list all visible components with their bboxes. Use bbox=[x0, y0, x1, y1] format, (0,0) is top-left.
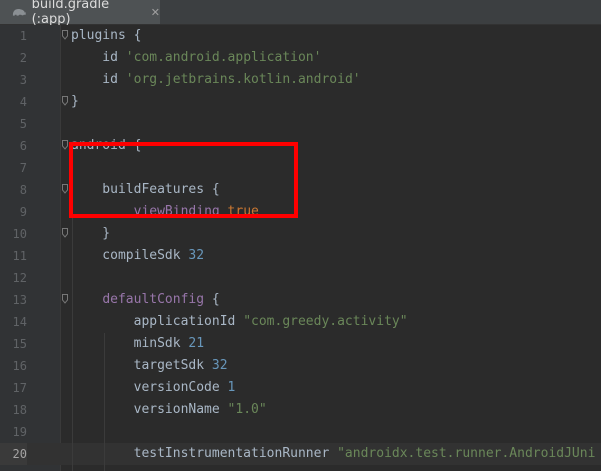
code-token: 1 bbox=[227, 380, 236, 395]
code-line[interactable]: 16 targetSdk 32 bbox=[0, 355, 601, 377]
tab-build-gradle[interactable]: build.gradle (:app) ✕ bbox=[0, 0, 160, 27]
code-token: 'com.android.application' bbox=[125, 50, 322, 65]
line-number: 7 bbox=[19, 161, 27, 175]
line-number: 1 bbox=[19, 29, 27, 43]
code-line[interactable]: 15 minSdk 21 bbox=[0, 333, 601, 355]
code-line[interactable]: 1 plugins { bbox=[0, 25, 601, 47]
code-text: plugins { bbox=[71, 25, 141, 47]
code-token: minSdk bbox=[71, 336, 189, 351]
close-icon[interactable]: ✕ bbox=[151, 6, 160, 19]
code-token: "1.0" bbox=[227, 402, 267, 417]
line-number: 5 bbox=[19, 117, 27, 131]
code-token: compileSdk bbox=[71, 248, 189, 263]
fold-marker-icon[interactable] bbox=[62, 228, 68, 238]
code-line[interactable]: 10 } bbox=[0, 223, 601, 245]
indent-guide bbox=[104, 333, 105, 471]
line-number: 2 bbox=[19, 51, 27, 65]
line-number: 20 bbox=[0, 443, 27, 465]
code-token: testInstrumentationRunner bbox=[71, 446, 338, 461]
fold-marker-icon[interactable] bbox=[62, 96, 68, 106]
editor-tab-bar: build.gradle (:app) ✕ bbox=[0, 0, 601, 27]
code-text: id 'org.jetbrains.kotlin.android' bbox=[71, 69, 361, 91]
code-text: minSdk 21 bbox=[71, 333, 204, 355]
code-token: } bbox=[71, 94, 79, 109]
code-token: 32 bbox=[211, 358, 228, 373]
code-text: defaultConfig { bbox=[71, 289, 220, 311]
code-text: id 'com.android.application' bbox=[71, 47, 321, 69]
code-token: id bbox=[71, 50, 126, 65]
code-line[interactable]: 4} bbox=[0, 91, 601, 113]
line-number: 15 bbox=[12, 337, 27, 351]
code-line[interactable]: 3 id 'org.jetbrains.kotlin.android' bbox=[0, 69, 601, 91]
line-number: 18 bbox=[12, 403, 27, 417]
code-editor[interactable]: 1 plugins {2 id 'com.android.application'… bbox=[0, 25, 601, 471]
code-token: versionCode bbox=[71, 380, 228, 395]
line-number: 12 bbox=[12, 271, 27, 285]
code-line[interactable]: 13 defaultConfig { bbox=[0, 289, 601, 311]
code-token: "androidx.test.runner.AndroidJUni bbox=[337, 446, 596, 461]
code-line[interactable]: 14 applicationId "com.greedy.activity" bbox=[0, 311, 601, 333]
line-number: 11 bbox=[12, 249, 27, 263]
code-text: targetSdk 32 bbox=[71, 355, 228, 377]
line-number: 14 bbox=[12, 315, 27, 329]
code-line[interactable]: 20 testInstrumentationRunner "androidx.t… bbox=[0, 443, 601, 465]
line-number: 8 bbox=[19, 183, 27, 197]
code-token: targetSdk bbox=[71, 358, 212, 373]
code-text: } bbox=[71, 223, 110, 245]
code-token: { bbox=[204, 292, 220, 307]
code-token: } bbox=[71, 226, 111, 241]
tab-title: build.gradle (:app) bbox=[31, 0, 110, 27]
line-number: 13 bbox=[12, 293, 27, 307]
code-token: applicationId bbox=[71, 314, 244, 329]
line-number: 9 bbox=[19, 205, 27, 219]
code-line[interactable]: 18 versionName "1.0" bbox=[0, 399, 601, 421]
code-line[interactable]: 19 bbox=[0, 421, 601, 443]
code-token: 32 bbox=[188, 248, 205, 263]
code-token: "com.greedy.activity" bbox=[243, 314, 408, 329]
gradle-icon bbox=[12, 9, 26, 16]
code-token: id bbox=[71, 72, 126, 87]
line-number: 17 bbox=[12, 381, 27, 395]
code-text: compileSdk 32 bbox=[71, 245, 204, 267]
line-number: 4 bbox=[19, 95, 27, 109]
line-number: 6 bbox=[19, 139, 27, 153]
code-line[interactable]: 5 bbox=[0, 113, 601, 135]
code-token: defaultConfig bbox=[102, 292, 205, 307]
line-number: 19 bbox=[12, 425, 27, 439]
code-line[interactable]: 12 bbox=[0, 267, 601, 289]
line-number: 16 bbox=[12, 359, 27, 373]
line-number: 10 bbox=[12, 227, 27, 241]
fold-marker-icon[interactable] bbox=[62, 140, 68, 150]
code-line[interactable]: 11 compileSdk 32 bbox=[0, 245, 601, 267]
code-line[interactable]: 2 id 'com.android.application' bbox=[0, 47, 601, 69]
code-text: versionCode 1 bbox=[71, 377, 236, 399]
fold-marker-icon[interactable] bbox=[62, 184, 68, 194]
highlight-box bbox=[69, 142, 298, 218]
fold-marker-icon[interactable] bbox=[62, 30, 68, 40]
code-text: applicationId "com.greedy.activity" bbox=[71, 311, 408, 333]
fold-marker-icon[interactable] bbox=[62, 294, 68, 304]
code-text: testInstrumentationRunner "androidx.test… bbox=[71, 443, 596, 465]
code-token: { bbox=[125, 28, 142, 43]
code-token: plugins bbox=[71, 28, 126, 43]
code-token: 21 bbox=[188, 336, 205, 351]
code-text: versionName "1.0" bbox=[71, 399, 267, 421]
code-text: } bbox=[71, 91, 79, 113]
code-token: versionName bbox=[71, 402, 228, 417]
line-number: 3 bbox=[19, 73, 27, 87]
code-line[interactable]: 17 versionCode 1 bbox=[0, 377, 601, 399]
code-token: 'org.jetbrains.kotlin.android' bbox=[125, 72, 361, 87]
